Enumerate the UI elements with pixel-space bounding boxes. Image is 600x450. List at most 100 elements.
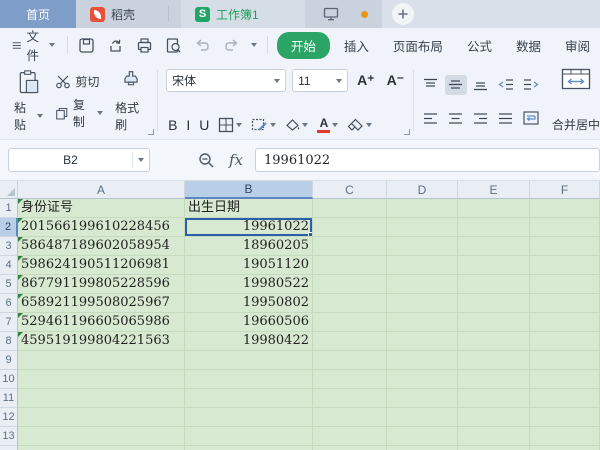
print-icon[interactable]: [135, 35, 155, 55]
cell-F6[interactable]: [530, 294, 600, 313]
cell-F10[interactable]: [530, 370, 600, 389]
cell-E13[interactable]: [458, 427, 530, 446]
align-middle-button[interactable]: [445, 75, 467, 95]
decrease-indent-button[interactable]: [495, 75, 517, 95]
cell-E7[interactable]: [458, 313, 530, 332]
cell-F3[interactable]: [530, 237, 600, 256]
cell-F9[interactable]: [530, 351, 600, 370]
print-preview-icon[interactable]: [164, 35, 184, 55]
cell-B6[interactable]: 19950802: [185, 294, 313, 313]
cell-C14[interactable]: [313, 446, 387, 450]
file-menu[interactable]: 文件: [0, 26, 63, 64]
align-left-button[interactable]: [420, 108, 442, 128]
decrease-font-button[interactable]: A⁻: [384, 72, 408, 89]
cell-D8[interactable]: [387, 332, 458, 351]
cell-D14[interactable]: [387, 446, 458, 450]
cell-D10[interactable]: [387, 370, 458, 389]
cell-B1[interactable]: 出生日期: [185, 199, 313, 218]
cell-C1[interactable]: [313, 199, 387, 218]
cell-B11[interactable]: [185, 389, 313, 408]
export-icon[interactable]: [106, 35, 126, 55]
undo-icon[interactable]: [193, 35, 213, 55]
cell-E4[interactable]: [458, 256, 530, 275]
cell-B9[interactable]: [185, 351, 313, 370]
new-tab-plus-icon[interactable]: [392, 3, 414, 25]
underline-button[interactable]: U: [199, 117, 209, 133]
name-box[interactable]: B2: [8, 148, 150, 172]
cell-A4[interactable]: 598624190511206981: [18, 256, 185, 275]
row-header-3[interactable]: 3: [0, 237, 18, 256]
row-header-7[interactable]: 7: [0, 313, 18, 332]
font-dialog-launcher-icon[interactable]: [404, 129, 410, 135]
format-painter-button[interactable]: 格式刷: [109, 68, 153, 135]
formula-input[interactable]: 19961022: [255, 148, 600, 172]
row-header-4[interactable]: 4: [0, 256, 18, 275]
cell-E1[interactable]: [458, 199, 530, 218]
bold-button[interactable]: B: [168, 117, 177, 133]
align-right-button[interactable]: [470, 108, 492, 128]
cell-F11[interactable]: [530, 389, 600, 408]
tab-workbook[interactable]: S 工作簿1: [181, 0, 305, 28]
cell-A14[interactable]: [18, 446, 185, 450]
cell-D3[interactable]: [387, 237, 458, 256]
cell-D4[interactable]: [387, 256, 458, 275]
font-size-combo[interactable]: 11: [292, 69, 348, 92]
align-top-button[interactable]: [420, 75, 442, 95]
save-icon[interactable]: [77, 35, 97, 55]
col-header-B[interactable]: B: [185, 181, 313, 199]
cell-E6[interactable]: [458, 294, 530, 313]
cell-D6[interactable]: [387, 294, 458, 313]
cell-A3[interactable]: 586487189602058954: [18, 237, 185, 256]
cell-F1[interactable]: [530, 199, 600, 218]
row-header-2[interactable]: 2: [0, 218, 18, 237]
cell-D13[interactable]: [387, 427, 458, 446]
ribbon-tab-home[interactable]: 开始: [277, 32, 330, 59]
cell-C6[interactable]: [313, 294, 387, 313]
cell-E11[interactable]: [458, 389, 530, 408]
cell-B4[interactable]: 19051120: [185, 256, 313, 275]
cell-E8[interactable]: [458, 332, 530, 351]
row-header-13[interactable]: 13: [0, 427, 18, 446]
row-header-12[interactable]: 12: [0, 408, 18, 427]
merge-center-button[interactable]: 合并居中: [544, 62, 600, 139]
cell-C2[interactable]: [313, 218, 387, 237]
cell-B10[interactable]: [185, 370, 313, 389]
col-header-F[interactable]: F: [530, 181, 600, 199]
font-name-combo[interactable]: 宋体: [166, 69, 286, 92]
cell-C10[interactable]: [313, 370, 387, 389]
cell-E2[interactable]: [458, 218, 530, 237]
cell-E9[interactable]: [458, 351, 530, 370]
clear-button[interactable]: [347, 118, 372, 132]
insert-function-fx-icon[interactable]: fx: [229, 151, 243, 169]
cell-D11[interactable]: [387, 389, 458, 408]
align-bottom-button[interactable]: [470, 75, 492, 95]
monitor-icon[interactable]: [323, 7, 339, 21]
cell-A9[interactable]: [18, 351, 185, 370]
cell-D1[interactable]: [387, 199, 458, 218]
col-header-C[interactable]: C: [313, 181, 387, 199]
increase-font-button[interactable]: A⁺: [354, 72, 378, 89]
cell-F4[interactable]: [530, 256, 600, 275]
cell-B12[interactable]: [185, 408, 313, 427]
cell-E12[interactable]: [458, 408, 530, 427]
cell-B13[interactable]: [185, 427, 313, 446]
cell-A8[interactable]: 459519199804221563: [18, 332, 185, 351]
paste-button[interactable]: 粘贴: [8, 68, 49, 135]
cell-B2[interactable]: 19961022: [185, 218, 313, 237]
wrap-text-button[interactable]: [520, 108, 542, 128]
cell-F2[interactable]: [530, 218, 600, 237]
increase-indent-button[interactable]: [520, 75, 542, 95]
ribbon-tab-data[interactable]: 数据: [506, 32, 551, 59]
borders-button[interactable]: [218, 117, 242, 133]
cell-D9[interactable]: [387, 351, 458, 370]
cell-B14[interactable]: [185, 446, 313, 450]
font-color-button[interactable]: A: [317, 118, 338, 133]
cell-D5[interactable]: [387, 275, 458, 294]
col-header-E[interactable]: E: [458, 181, 530, 199]
select-all-corner[interactable]: [0, 181, 18, 199]
cell-B5[interactable]: 19980522: [185, 275, 313, 294]
copy-button[interactable]: 复制: [53, 94, 105, 132]
cell-B7[interactable]: 19660506: [185, 313, 313, 332]
ribbon-tab-page-layout[interactable]: 页面布局: [383, 32, 453, 59]
cell-A12[interactable]: [18, 408, 185, 427]
